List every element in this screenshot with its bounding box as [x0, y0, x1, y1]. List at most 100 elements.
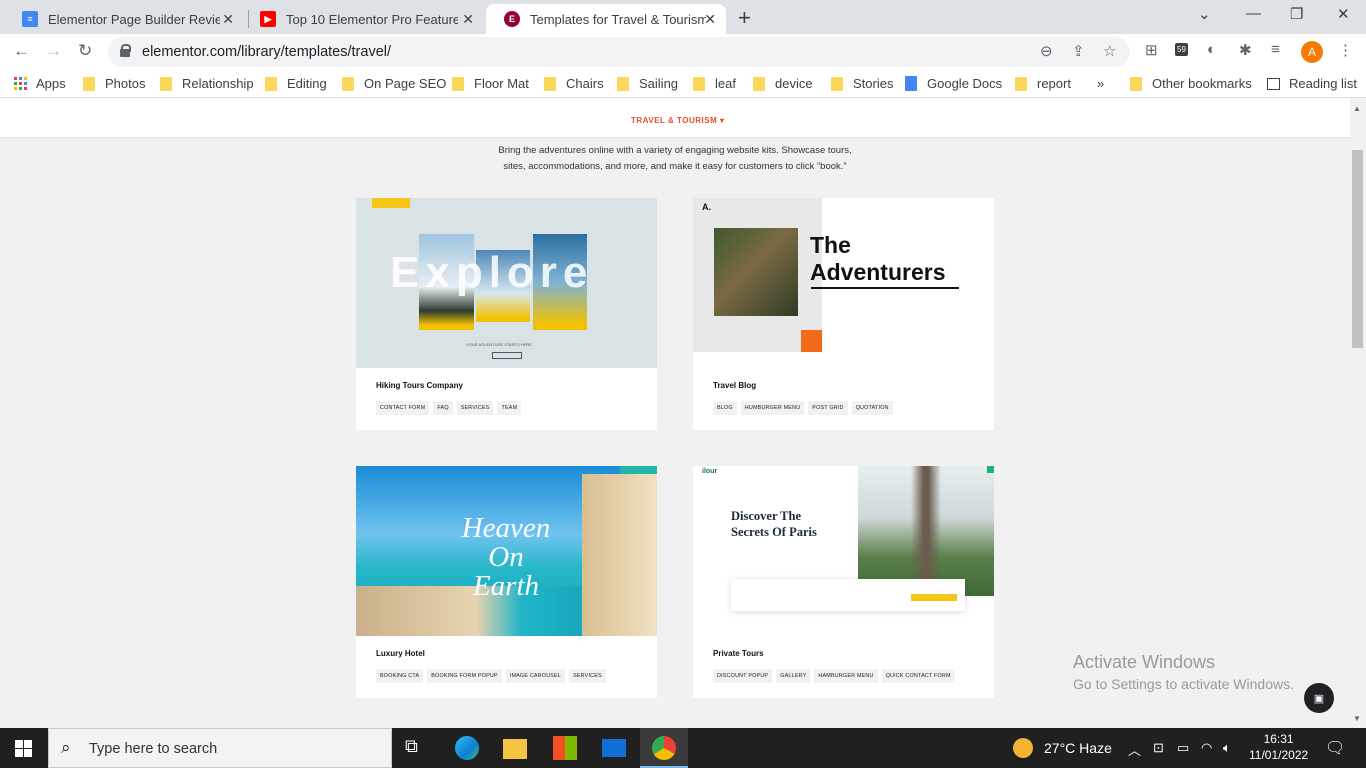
bookmark-other[interactable]: Other bookmarks — [1130, 76, 1252, 91]
tag[interactable]: HAMBURGER MENU — [814, 669, 878, 683]
tag[interactable]: QUICK CONTACT FORM — [881, 669, 955, 683]
lock-icon[interactable] — [120, 44, 131, 57]
battery-icon[interactable]: ▭ — [1177, 740, 1189, 756]
template-name: Hiking Tours Company — [376, 381, 463, 390]
scroll-down-icon[interactable]: ▼ — [1353, 714, 1361, 723]
extension-icon[interactable]: ⊞ — [1145, 41, 1158, 59]
store-icon[interactable] — [553, 736, 577, 760]
file-explorer-icon[interactable] — [503, 739, 527, 759]
bookmark-floor-mat[interactable]: Floor Mat — [452, 76, 529, 91]
bookmark-google-docs[interactable]: Google Docs — [905, 76, 1002, 91]
bookmark-on-page-seo[interactable]: On Page SEO — [342, 76, 446, 91]
chat-icon[interactable]: ▣ — [1304, 683, 1334, 713]
template-card-hiking[interactable]: Explore YOUR ADVENTURE STARTS HERE Hikin… — [356, 198, 657, 430]
notifications-icon[interactable]: 🗨︎ — [1325, 738, 1345, 758]
bookmark-photos[interactable]: Photos — [83, 76, 145, 91]
bookmark-stories[interactable]: Stories — [831, 76, 893, 91]
tab-travel-templates[interactable]: E Templates for Travel & Tourism W ✕ — [486, 4, 726, 34]
taskbar-search-box[interactable]: ⌕ Type here to search — [48, 728, 392, 768]
tab-elementor-review[interactable]: ≡ Elementor Page Builder Review - ✕ — [4, 4, 244, 34]
tag[interactable]: FAQ — [433, 401, 453, 415]
tag[interactable]: TEAM — [497, 401, 522, 415]
media-control-icon[interactable]: ≡ — [1271, 41, 1280, 58]
system-clock[interactable]: 16:31 11/01/2022 — [1249, 731, 1308, 763]
template-thumbnail[interactable]: Heaven On Earth — [356, 466, 657, 636]
close-tab-icon[interactable]: ✕ — [222, 11, 234, 28]
close-window-icon[interactable]: ✕ — [1337, 5, 1350, 23]
puzzle-icon[interactable]: ✱ — [1239, 41, 1252, 59]
mail-icon[interactable] — [602, 739, 626, 757]
scroll-up-icon[interactable]: ▲ — [1353, 104, 1361, 113]
edge-icon[interactable] — [455, 736, 479, 760]
bookmark-chairs[interactable]: Chairs — [544, 76, 604, 91]
weather-icon[interactable] — [1013, 738, 1033, 758]
tab-top10-features[interactable]: ▶ Top 10 Elementor Pro Features - ✕ — [242, 4, 484, 34]
reading-list-button[interactable]: Reading list — [1267, 76, 1357, 91]
meet-icon[interactable]: ⊡ — [1153, 740, 1164, 756]
wifi-icon[interactable]: ◠ — [1201, 740, 1212, 756]
bookmark-device[interactable]: device — [753, 76, 813, 91]
bookmarks-overflow-button[interactable]: » — [1097, 76, 1104, 91]
template-thumbnail[interactable]: A. The Adventurers — [693, 198, 994, 368]
tab-search-chevron-icon[interactable]: ⌄ — [1198, 5, 1211, 23]
chrome-taskbar-button[interactable] — [640, 728, 688, 768]
bookmark-editing[interactable]: Editing — [265, 76, 327, 91]
tag[interactable]: HUMBURGER MENU — [740, 401, 805, 415]
template-card-luxury-hotel[interactable]: Heaven On Earth Luxury Hotel BOOKING CTA… — [356, 466, 657, 698]
template-name: Private Tours — [713, 649, 764, 658]
category-dropdown[interactable]: TRAVEL & TOURISM ▾ — [631, 116, 724, 125]
chevron-up-icon[interactable]: ︿ — [1128, 740, 1141, 759]
tag[interactable]: DISCOUNT POPUP — [713, 669, 773, 683]
windows-taskbar: ⌕ Type here to search ⧉ 27°C Haze ︿ ⊡ ▭ … — [0, 728, 1366, 768]
address-bar[interactable]: elementor.com/library/templates/travel/ … — [108, 37, 1130, 67]
youtube-icon: ▶ — [260, 11, 276, 27]
bookmark-star-icon[interactable]: ☆ — [1103, 42, 1116, 60]
tag[interactable]: POST GRID — [808, 401, 848, 415]
bookmark-relationship[interactable]: Relationship — [160, 76, 254, 91]
tag[interactable]: BOOKING FORM POPUP — [427, 669, 502, 683]
close-tab-icon[interactable]: ✕ — [462, 11, 474, 28]
color-extension-icon[interactable]: ◐ — [1207, 41, 1216, 58]
bookmark-apps[interactable]: Apps — [14, 76, 66, 91]
avatar[interactable]: A — [1301, 41, 1323, 63]
template-card-travel-blog[interactable]: A. The Adventurers Travel Blog BLOG HUMB… — [693, 198, 994, 430]
share-icon[interactable]: ⇪ — [1072, 42, 1085, 60]
extension-badge-icon[interactable]: 59 — [1175, 43, 1188, 56]
thumb-accent-block — [801, 330, 822, 352]
tag-list: BOOKING CTA BOOKING FORM POPUP IMAGE CAR… — [376, 669, 606, 683]
template-thumbnail[interactable]: ilour Discover The Secrets Of Paris — [693, 466, 994, 636]
bookmarks-bar: Apps Photos Relationship Editing On Page… — [0, 70, 1366, 98]
folder-icon — [753, 76, 765, 91]
tag[interactable]: CONTACT FORM — [376, 401, 430, 415]
template-thumbnail[interactable]: Explore YOUR ADVENTURE STARTS HERE — [356, 198, 657, 368]
volume-icon[interactable]: 🔈︎ — [1223, 740, 1231, 756]
tag[interactable]: QUOTATION — [851, 401, 893, 415]
back-icon[interactable]: ← — [13, 41, 30, 61]
tag[interactable]: BLOG — [713, 401, 737, 415]
scrollbar-thumb[interactable] — [1352, 150, 1363, 348]
weather-text[interactable]: 27°C Haze — [1044, 740, 1112, 756]
tag[interactable]: GALLERY — [776, 669, 811, 683]
reload-icon[interactable]: ↻ — [78, 41, 92, 61]
new-tab-button[interactable]: + — [738, 5, 751, 31]
tag-list: BLOG HUMBURGER MENU POST GRID QUOTATION — [713, 401, 893, 415]
bookmark-sailing[interactable]: Sailing — [617, 76, 678, 91]
bookmark-report[interactable]: report — [1015, 76, 1071, 91]
tag[interactable]: BOOKING CTA — [376, 669, 424, 683]
close-tab-icon[interactable]: ✕ — [704, 11, 716, 28]
task-view-icon[interactable]: ⧉ — [405, 736, 429, 760]
restore-icon[interactable]: ❐ — [1290, 5, 1303, 23]
folder-icon — [265, 76, 277, 91]
menu-kebab-icon[interactable]: ⋮ — [1338, 41, 1353, 59]
tag[interactable]: IMAGE CAROUSEL — [505, 669, 566, 683]
thumb-title: Explore — [390, 248, 594, 297]
folder-icon — [831, 76, 843, 91]
tag[interactable]: SERVICES — [456, 401, 494, 415]
zoom-icon[interactable]: ⊖ — [1040, 42, 1053, 60]
windows-start-icon[interactable] — [15, 740, 32, 757]
tag[interactable]: SERVICES — [569, 669, 606, 683]
template-card-private-tours[interactable]: ilour Discover The Secrets Of Paris Priv… — [693, 466, 994, 698]
forward-icon[interactable]: → — [45, 41, 62, 61]
minimize-icon[interactable]: — — [1246, 5, 1261, 22]
bookmark-leaf[interactable]: leaf — [693, 76, 736, 91]
